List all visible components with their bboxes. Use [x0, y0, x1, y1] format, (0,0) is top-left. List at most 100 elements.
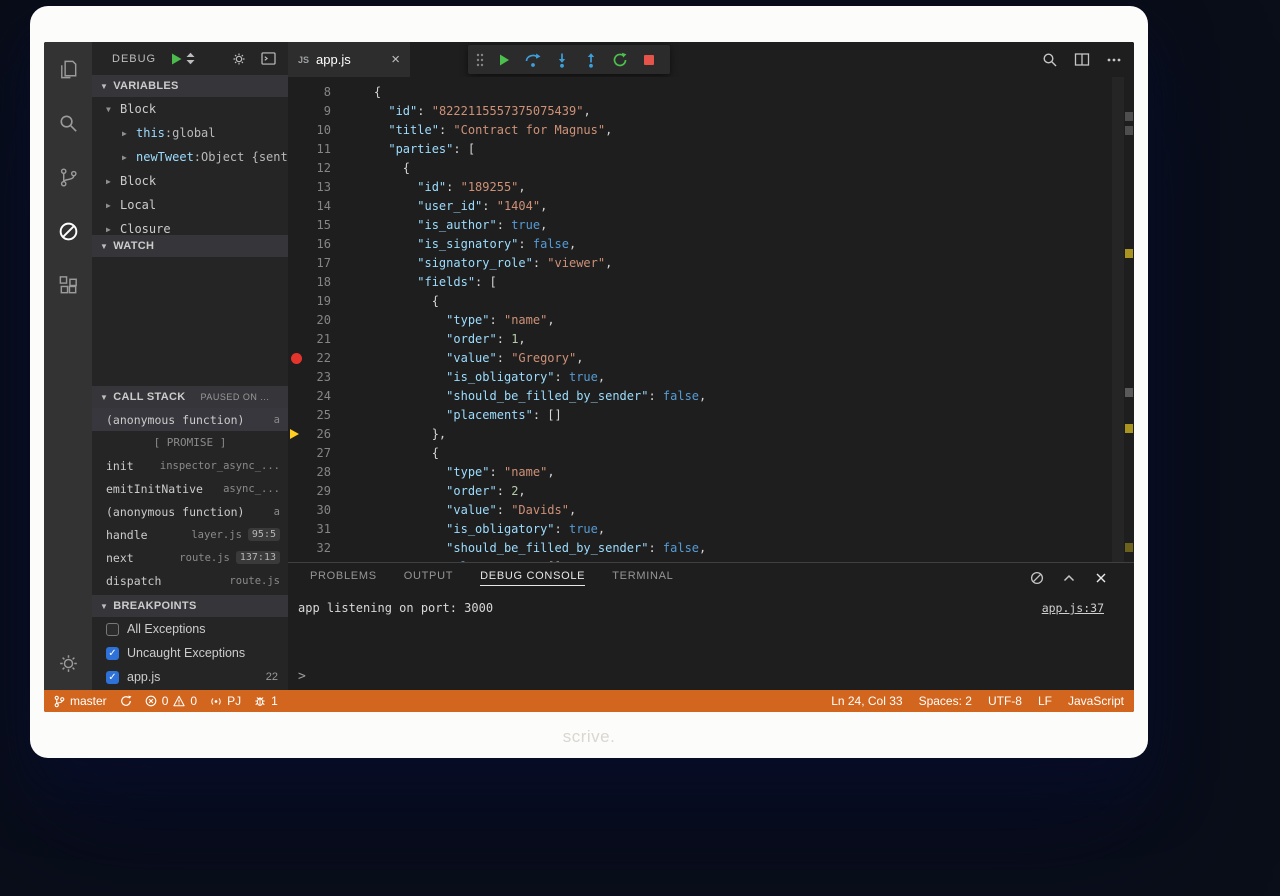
- code-line[interactable]: 17 "signatory_role": "viewer",: [288, 254, 1134, 273]
- share-item[interactable]: PJ: [210, 694, 241, 708]
- step-into-button[interactable]: [547, 45, 576, 74]
- console-source-link[interactable]: app.js:37: [1042, 601, 1104, 615]
- variable-row[interactable]: ▶this: global: [92, 121, 288, 145]
- sync-button[interactable]: [120, 695, 132, 707]
- breakpoint-row[interactable]: ✓Uncaught Exceptions: [92, 641, 288, 665]
- breakpoint-gutter[interactable]: [288, 216, 302, 235]
- watch-section-header[interactable]: ▼ WATCH: [92, 235, 288, 257]
- toolbar-drag-handle-icon[interactable]: [475, 52, 485, 68]
- breakpoint-gutter[interactable]: [288, 83, 302, 102]
- code-line[interactable]: 28 "type": "name",: [288, 463, 1134, 482]
- debug-icon[interactable]: [44, 204, 92, 258]
- code-line[interactable]: 10 "title": "Contract for Magnus",: [288, 121, 1134, 140]
- continue-button[interactable]: [489, 45, 518, 74]
- code-line[interactable]: 23 "is_obligatory": true,: [288, 368, 1134, 387]
- breakpoints-section-header[interactable]: ▼ BREAKPOINTS: [92, 595, 288, 617]
- breakpoint-gutter[interactable]: [288, 539, 302, 558]
- code-line[interactable]: 12 {: [288, 159, 1134, 178]
- clear-console-icon[interactable]: [1030, 571, 1044, 585]
- breakpoint-gutter[interactable]: [288, 330, 302, 349]
- close-panel-icon[interactable]: [1094, 571, 1108, 585]
- breakpoint-checkbox[interactable]: ✓: [106, 647, 119, 660]
- code-line[interactable]: 13 "id": "189255",: [288, 178, 1134, 197]
- code-line[interactable]: 20 "type": "name",: [288, 311, 1134, 330]
- tab-output[interactable]: OUTPUT: [404, 570, 453, 586]
- debug-count-item[interactable]: 1: [254, 694, 278, 708]
- breakpoint-gutter[interactable]: [288, 292, 302, 311]
- breakpoint-gutter[interactable]: [288, 273, 302, 292]
- debug-config-selector[interactable]: [185, 52, 196, 65]
- breakpoint-gutter[interactable]: [288, 482, 302, 501]
- breakpoint-gutter[interactable]: [288, 197, 302, 216]
- code-line[interactable]: 21 "order": 1,: [288, 330, 1134, 349]
- debug-configure-gear-icon[interactable]: [232, 52, 246, 66]
- code-line[interactable]: 24 "should_be_filled_by_sender": false,: [288, 387, 1134, 406]
- editor[interactable]: 8 {9 "id": "8222115557375075439",10 "tit…: [288, 77, 1134, 562]
- code-line[interactable]: 30 "value": "Davids",: [288, 501, 1134, 520]
- extensions-icon[interactable]: [44, 258, 92, 312]
- code-line[interactable]: 16 "is_signatory": false,: [288, 235, 1134, 254]
- code-line[interactable]: 8 {: [288, 83, 1134, 102]
- call-stack-frame[interactable]: dispatchroute.js: [92, 569, 288, 592]
- maximize-panel-icon[interactable]: [1062, 571, 1076, 585]
- variable-row[interactable]: ▶newTweet: Object {sent…: [92, 145, 288, 169]
- breakpoint-gutter[interactable]: [288, 387, 302, 406]
- tab-problems[interactable]: PROBLEMS: [310, 570, 377, 586]
- code-line[interactable]: 19 {: [288, 292, 1134, 311]
- breakpoint-checkbox[interactable]: ✓: [106, 671, 119, 684]
- scope-row[interactable]: ▼Block: [92, 97, 288, 121]
- explorer-icon[interactable]: [44, 42, 92, 96]
- find-icon[interactable]: [1042, 52, 1058, 68]
- language-mode[interactable]: JavaScript: [1068, 694, 1124, 708]
- step-over-button[interactable]: [518, 45, 547, 74]
- git-branch-item[interactable]: master: [54, 694, 107, 708]
- scope-row[interactable]: ▶Closure: [92, 217, 288, 235]
- source-control-icon[interactable]: [44, 150, 92, 204]
- call-stack-frame[interactable]: nextroute.js137:13: [92, 546, 288, 569]
- code-line[interactable]: 27 {: [288, 444, 1134, 463]
- editor-scrollbar[interactable]: [1112, 77, 1124, 562]
- breakpoint-gutter[interactable]: [288, 463, 302, 482]
- tab-debug-console[interactable]: DEBUG CONSOLE: [480, 570, 585, 586]
- restart-button[interactable]: [605, 45, 634, 74]
- eol[interactable]: LF: [1038, 694, 1052, 708]
- settings-gear-icon[interactable]: [44, 636, 92, 690]
- encoding[interactable]: UTF-8: [988, 694, 1022, 708]
- breakpoint-gutter[interactable]: [288, 140, 302, 159]
- breakpoint-gutter[interactable]: [288, 178, 302, 197]
- breakpoint-gutter[interactable]: [288, 349, 302, 368]
- breakpoint-row[interactable]: All Exceptions: [92, 617, 288, 641]
- code-line[interactable]: 32 "should_be_filled_by_sender": false,: [288, 539, 1134, 558]
- breakpoint-gutter[interactable]: [288, 235, 302, 254]
- open-debug-console-icon[interactable]: [261, 52, 276, 65]
- code-line[interactable]: 26 },: [288, 425, 1134, 444]
- code-line[interactable]: 29 "order": 2,: [288, 482, 1134, 501]
- console-input-prompt[interactable]: >: [298, 669, 306, 684]
- code-line[interactable]: 11 "parties": [: [288, 140, 1134, 159]
- breakpoint-gutter[interactable]: [288, 368, 302, 387]
- call-stack-frame[interactable]: (anonymous function)a: [92, 408, 288, 431]
- breakpoint-gutter[interactable]: [288, 102, 302, 121]
- search-icon[interactable]: [44, 96, 92, 150]
- call-stack-frame[interactable]: handlelayer.js95:5: [92, 523, 288, 546]
- breakpoint-gutter[interactable]: [288, 501, 302, 520]
- code-line[interactable]: 31 "is_obligatory": true,: [288, 520, 1134, 539]
- breakpoint-gutter[interactable]: [288, 254, 302, 273]
- code-line[interactable]: 14 "user_id": "1404",: [288, 197, 1134, 216]
- problems-item[interactable]: 0 0: [145, 694, 197, 708]
- indentation[interactable]: Spaces: 2: [919, 694, 972, 708]
- call-stack-section-header[interactable]: ▼ CALL STACK PAUSED ON ...: [92, 386, 288, 408]
- call-stack-frame[interactable]: (anonymous function)a: [92, 500, 288, 523]
- variables-section-header[interactable]: ▼ VARIABLES: [92, 75, 288, 97]
- code-line[interactable]: 18 "fields": [: [288, 273, 1134, 292]
- tab-app-js[interactable]: JS app.js ×: [288, 42, 410, 77]
- breakpoint-gutter[interactable]: [288, 159, 302, 178]
- breakpoint-gutter[interactable]: [288, 121, 302, 140]
- code-line[interactable]: 9 "id": "8222115557375075439",: [288, 102, 1134, 121]
- debug-start-button[interactable]: [171, 53, 182, 65]
- close-tab-icon[interactable]: ×: [391, 52, 400, 67]
- breakpoint-row[interactable]: ✓app.js22: [92, 665, 288, 689]
- breakpoint-gutter[interactable]: [288, 425, 302, 444]
- breakpoint-checkbox[interactable]: [106, 623, 119, 636]
- code-line[interactable]: 22 "value": "Gregory",: [288, 349, 1134, 368]
